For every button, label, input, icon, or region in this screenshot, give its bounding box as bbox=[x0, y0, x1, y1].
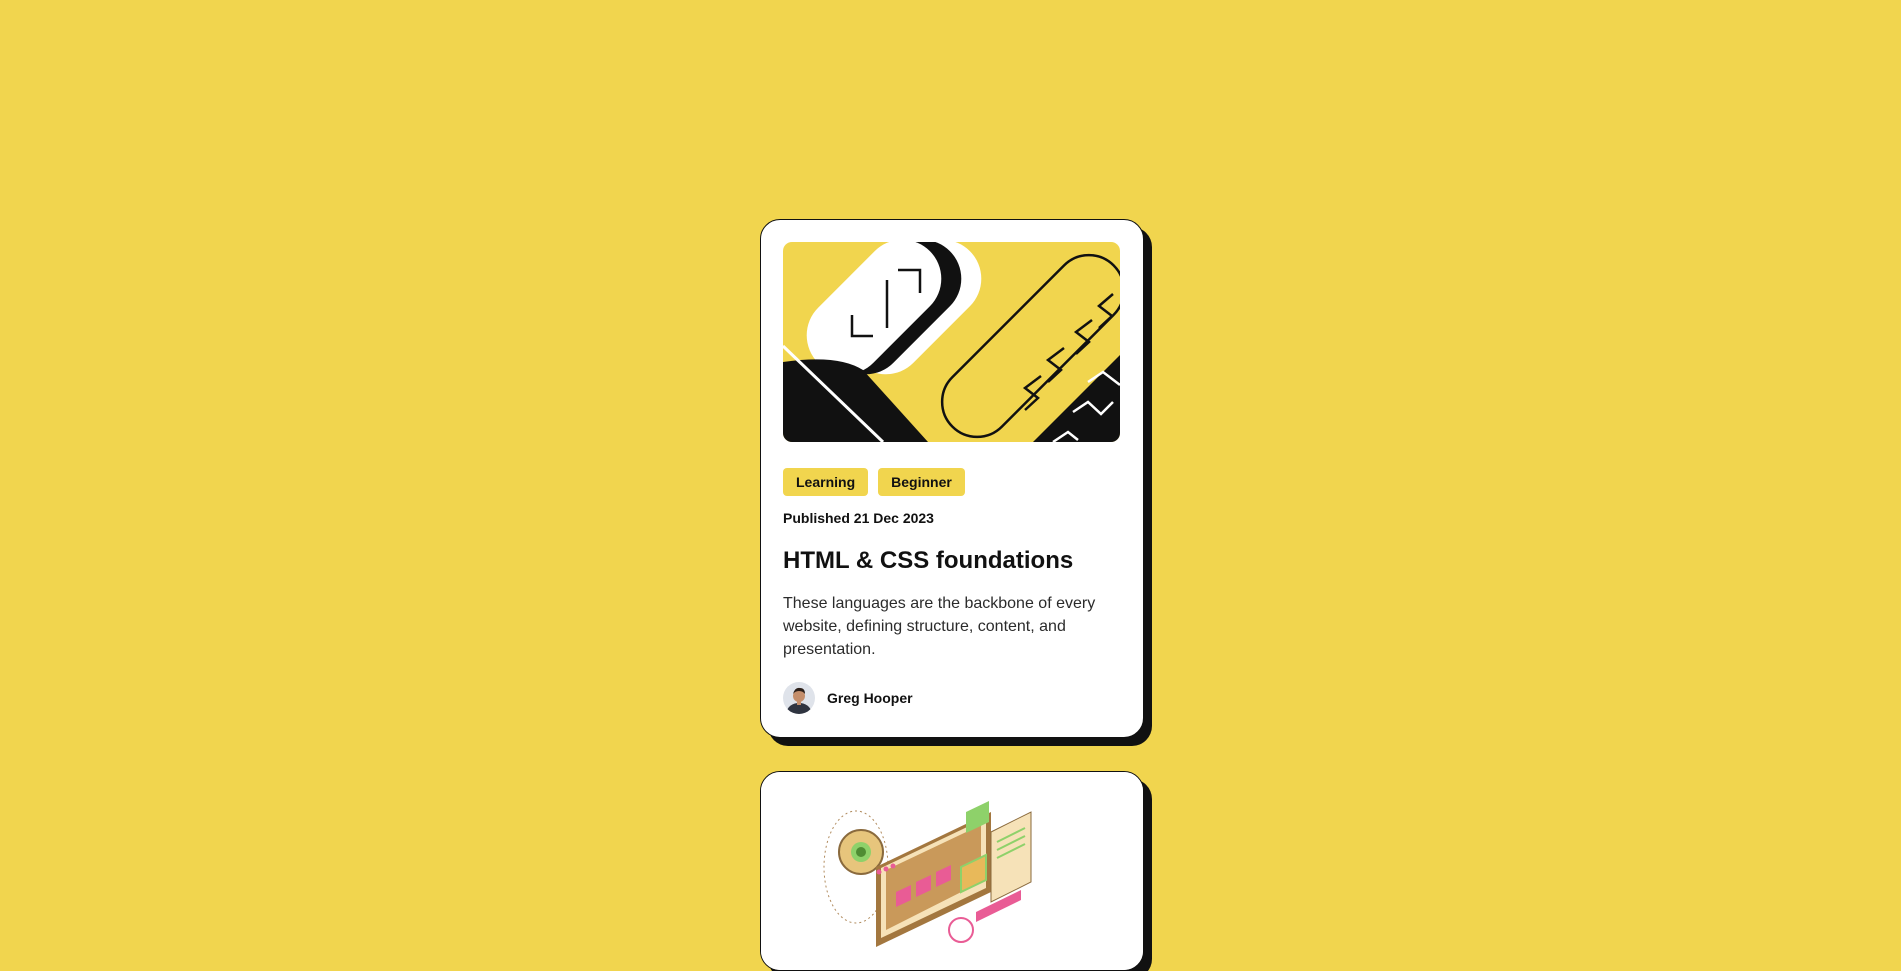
isometric-web-illustration-icon bbox=[761, 772, 1143, 970]
card-description: These languages are the backbone of ever… bbox=[783, 595, 1096, 658]
blog-preview-card: Learning Beginner Published 21 Dec 2023 … bbox=[760, 219, 1144, 738]
published-date: Published 21 Dec 2023 bbox=[783, 510, 934, 526]
html-css-illustration-icon bbox=[783, 242, 1120, 442]
tag-learning: Learning bbox=[783, 468, 869, 496]
author-name: Greg Hooper bbox=[827, 690, 913, 706]
tag-list: Learning Beginner bbox=[783, 468, 1120, 496]
tag-beginner: Beginner bbox=[878, 468, 965, 496]
card-title[interactable]: HTML & CSS foundations bbox=[783, 546, 1120, 575]
author-avatar-icon bbox=[783, 682, 815, 714]
author: Greg Hooper bbox=[783, 682, 1120, 714]
blog-preview-card-secondary bbox=[760, 771, 1144, 971]
